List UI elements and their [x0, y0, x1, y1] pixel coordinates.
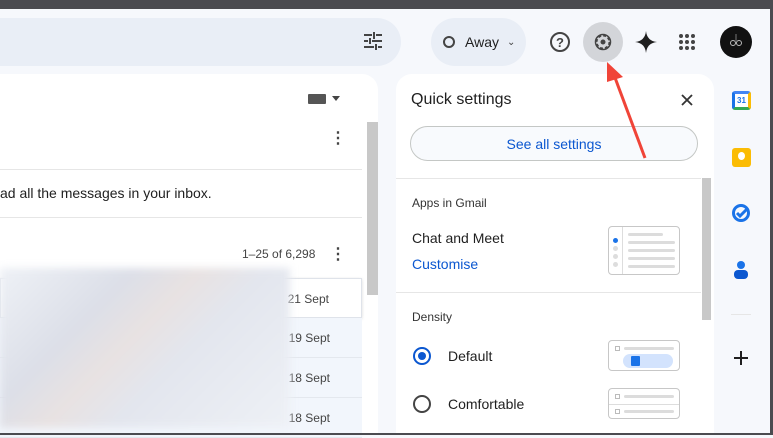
settings-icon [594, 33, 612, 51]
density-option-label: Default [448, 348, 493, 364]
density-comfortable-thumbnail [608, 388, 680, 419]
scrollbar[interactable] [702, 178, 711, 320]
divider [0, 217, 362, 218]
panel-title: Quick settings [411, 91, 512, 108]
divider [731, 314, 751, 315]
chat-meet-thumbnail [608, 226, 680, 275]
section-heading: Apps in Gmail [412, 196, 487, 210]
apps-button[interactable] [667, 22, 707, 62]
divider [0, 169, 362, 170]
tune-icon [364, 32, 382, 50]
close-icon[interactable] [681, 94, 693, 106]
divider [396, 292, 701, 293]
svg-text:?: ? [556, 35, 564, 50]
mail-panel: ⋮ ad all the messages in your inbox. 1–2… [0, 74, 378, 438]
density-option-label: Comfortable [448, 396, 525, 412]
email-date: 18 Sept [288, 371, 330, 385]
customise-link[interactable]: Customise [412, 256, 478, 272]
email-date: 19 Sept [288, 331, 330, 345]
more-options-icon[interactable]: ⋮ [330, 244, 346, 264]
scrollbar[interactable] [367, 122, 378, 295]
status-circle-icon [443, 36, 455, 48]
calendar-icon[interactable]: 31 [732, 91, 751, 110]
tasks-icon[interactable] [731, 203, 751, 223]
apps-icon [679, 34, 695, 50]
density-default-radio[interactable] [413, 347, 431, 365]
help-button[interactable]: ? [540, 22, 580, 62]
blurred-email-content [0, 268, 290, 428]
quick-settings-panel: Quick settings See all settings Apps in … [396, 74, 714, 435]
status-dropdown[interactable]: Away ⌄ [431, 18, 526, 66]
keyboard-icon[interactable] [308, 94, 326, 104]
density-comfortable-radio[interactable] [413, 395, 431, 413]
email-date: 18 Sept [288, 411, 330, 425]
keep-icon[interactable] [732, 148, 751, 167]
email-date: 21 Sept [287, 292, 329, 306]
search-options-button[interactable] [362, 31, 384, 56]
help-icon: ? [550, 32, 570, 52]
density-default-thumbnail [608, 340, 680, 371]
caret-down-icon[interactable] [332, 96, 340, 101]
chevron-down-icon: ⌄ [506, 36, 516, 48]
status-label: Away [465, 34, 499, 50]
inbox-notice: ad all the messages in your inbox. [0, 185, 212, 201]
chat-meet-label: Chat and Meet [412, 230, 504, 246]
gemini-icon [635, 31, 657, 53]
contacts-icon[interactable] [733, 260, 749, 280]
avatar-glasses-icon [730, 34, 742, 46]
divider [396, 178, 701, 179]
section-heading: Density [412, 310, 453, 324]
avatar[interactable] [720, 26, 752, 58]
window-frame-top [0, 0, 773, 9]
add-app-icon[interactable] [733, 350, 749, 366]
annotation-arrow-icon [607, 62, 647, 159]
pagination-label: 1–25 of 6,298 [242, 247, 316, 261]
more-options-icon[interactable]: ⋮ [330, 131, 346, 147]
search-bar[interactable] [0, 18, 401, 66]
